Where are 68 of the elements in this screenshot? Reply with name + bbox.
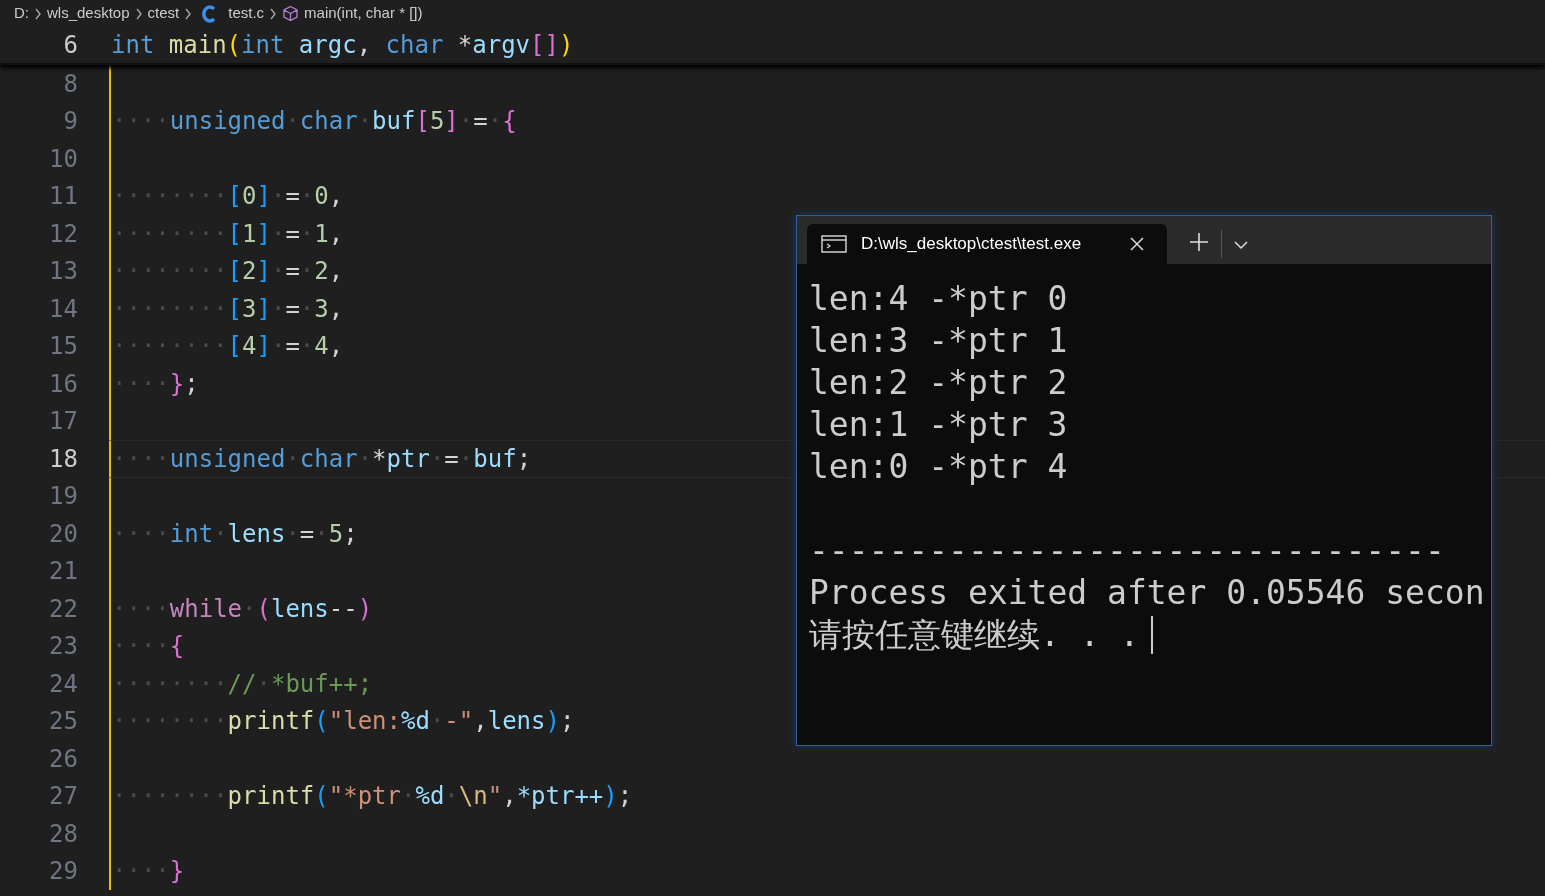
line-number: 8 <box>62 68 78 100</box>
breadcrumb-item[interactable]: wls_desktop <box>47 2 130 25</box>
line-number: 6 <box>62 30 78 61</box>
code-line: ····unsigned·char·*ptr·=·buf; <box>112 443 532 475</box>
line-number: 27 <box>48 781 78 813</box>
close-button[interactable] <box>1129 236 1145 252</box>
line-number: 11 <box>48 181 78 213</box>
text-cursor <box>1151 616 1154 654</box>
code-line: ········[4]·=·4, <box>112 331 344 363</box>
line-number: 21 <box>48 556 78 588</box>
code-line: ········printf("*ptr·%d·\n",*ptr++); <box>112 781 633 813</box>
chevron-right-icon <box>134 7 143 20</box>
terminal-output-line: len:1 -*ptr 3 <box>809 404 1068 446</box>
chevron-right-icon <box>269 7 278 20</box>
line-number: 9 <box>62 106 78 138</box>
code-line: ········[1]·=·1, <box>112 218 344 250</box>
terminal-output-line: -------------------------------- <box>809 530 1445 572</box>
code-line: ····}; <box>112 368 199 400</box>
line-number: 25 <box>48 706 78 738</box>
code-line: ····while·(lens--) <box>112 593 373 625</box>
line-number: 28 <box>48 818 78 850</box>
breadcrumb-item[interactable]: ctest <box>147 2 180 25</box>
chevron-down-icon <box>1234 240 1248 250</box>
line-number: 18 <box>48 443 78 475</box>
plus-icon <box>1189 232 1209 252</box>
code-line: ········[2]·=·2, <box>112 256 344 288</box>
code-line: ····{ <box>112 631 185 663</box>
code-line: ····unsigned·char·buf[5]·=·{ <box>112 106 517 138</box>
code-line: ····int·lens·=·5; <box>112 518 358 550</box>
breadcrumb-item[interactable]: test.c <box>228 2 265 25</box>
c-language-icon <box>201 4 218 23</box>
line-number: 12 <box>48 218 78 250</box>
terminal-output-line: 请按任意键继续. . . <box>809 614 1140 656</box>
dropdown-button[interactable] <box>1234 240 1248 250</box>
breadcrumb-item[interactable]: D: <box>14 2 29 25</box>
cube-icon <box>282 5 300 22</box>
code-line: ········//·*buf++; <box>112 668 373 700</box>
code-line: int main(int argc, char *argv[]) <box>111 30 574 61</box>
terminal-output-line: len:2 -*ptr 2 <box>809 362 1068 404</box>
line-number: 19 <box>48 481 78 513</box>
breadcrumb-item[interactable]: main(int, char * []) <box>304 2 423 25</box>
line-number: 17 <box>48 406 78 438</box>
code-line: ····} <box>112 856 185 888</box>
line-number: 15 <box>48 331 78 363</box>
new-tab-button[interactable] <box>1189 232 1209 252</box>
code-line: ········[0]·=·0, <box>112 181 344 213</box>
line-number: 29 <box>48 856 78 888</box>
line-number: 26 <box>48 743 78 775</box>
close-icon <box>1129 236 1145 252</box>
terminal-output-line: len:3 -*ptr 1 <box>809 320 1068 362</box>
terminal-output-line: len:0 -*ptr 4 <box>809 446 1068 488</box>
console-icon <box>821 234 847 254</box>
code-line: ········[3]·=·3, <box>112 293 344 325</box>
line-number: 14 <box>48 293 78 325</box>
terminal-output-line: len:4 -*ptr 0 <box>809 278 1068 320</box>
line-number: 16 <box>48 368 78 400</box>
terminal-tab[interactable]: D:\wls_desktop\ctest\test.exe <box>807 224 1167 264</box>
line-number: 13 <box>48 256 78 288</box>
line-number: 23 <box>48 631 78 663</box>
line-number: 24 <box>48 668 78 700</box>
tab-title: D:\wls_desktop\ctest\test.exe <box>861 233 1083 256</box>
line-number: 10 <box>48 143 78 175</box>
terminal-output-line: Process exited after 0.05546 secon <box>809 572 1485 614</box>
code-line: ········printf("len:%d·-",lens); <box>112 706 575 738</box>
line-number: 20 <box>48 518 78 550</box>
chevron-right-icon <box>34 7 42 20</box>
chevron-right-icon <box>184 7 193 20</box>
line-number: 22 <box>48 593 78 625</box>
